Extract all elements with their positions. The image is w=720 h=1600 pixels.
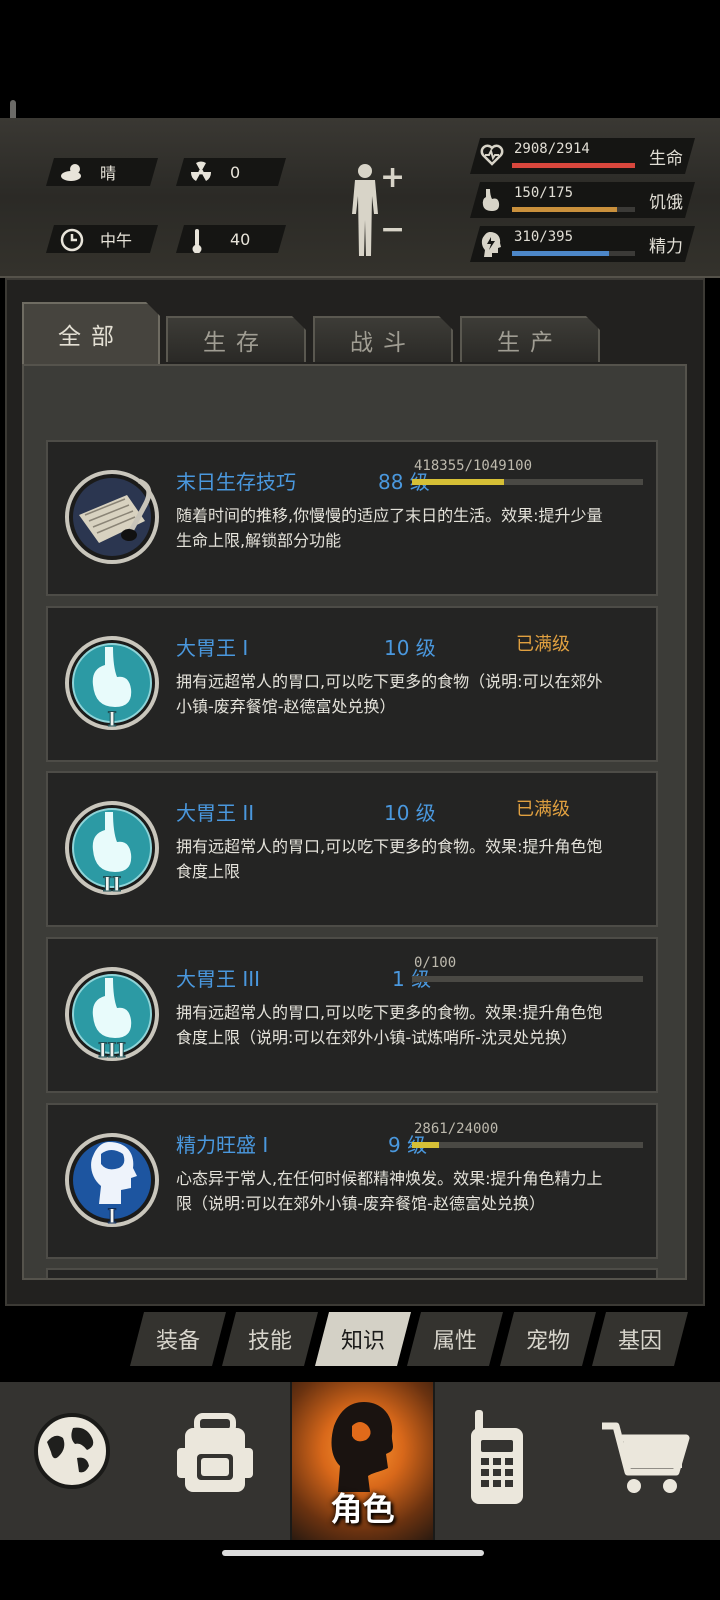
vital-label: 生命	[649, 149, 683, 169]
thermometer-icon	[190, 228, 216, 250]
tab-all[interactable]: 全部	[22, 302, 160, 364]
energy-head-icon	[480, 231, 504, 257]
vital-bar	[512, 163, 635, 168]
skill-name: 大胃王 III	[176, 967, 261, 991]
xp-value: 418355/1049100	[414, 458, 533, 474]
svg-text:II: II	[103, 872, 122, 896]
stomach-icon: II	[65, 792, 159, 904]
skill-card[interactable]: I 大胃王 I 10 级 已满级拥有远超常人的胃口,可以吃下更多的食物（说明:可以在…	[46, 606, 658, 762]
weather-chip[interactable]: 晴	[46, 158, 158, 186]
tab-survival[interactable]: 生存	[166, 316, 306, 362]
vital-value: 310/395	[514, 229, 574, 245]
character-icon	[331, 1402, 394, 1492]
svg-text:III: III	[98, 1038, 126, 1062]
subtab-skills[interactable]: 技能	[222, 1312, 318, 1366]
subtab-genes[interactable]: 基因	[592, 1312, 688, 1366]
vital-label: 饥饿	[649, 193, 683, 213]
stomach-icon: I	[65, 627, 159, 739]
vital-bar	[512, 251, 635, 256]
nav-backpack[interactable]	[145, 1382, 290, 1540]
skill-card[interactable]	[46, 1268, 658, 1278]
skill-name: 大胃王 II	[176, 801, 255, 825]
vital-health[interactable]: 2908/2914 生命	[470, 138, 695, 174]
skill-name: 末日生存技巧	[176, 470, 296, 494]
subtab-label: 属性	[432, 1329, 477, 1354]
skill-description: 随着时间的推移,你慢慢的适应了末日的生活。效果:提升少量生命上限,解锁部分功能	[176, 506, 603, 550]
svg-text:I: I	[107, 707, 116, 731]
subtab-equipment[interactable]: 装备	[130, 1312, 226, 1366]
tab-combat[interactable]: 战斗	[313, 316, 453, 362]
vital-hunger[interactable]: 150/175 饥饿	[470, 182, 695, 218]
time-value: 中午	[100, 231, 133, 250]
subtab-label: 知识	[340, 1329, 385, 1354]
xp-value: 0/100	[414, 955, 457, 971]
temperature-chip[interactable]: 40	[176, 225, 286, 253]
xp-bar	[412, 976, 643, 982]
skill-name: 精力旺盛 I	[176, 1133, 269, 1157]
xp-bar	[412, 479, 643, 485]
radiation-value: 0	[230, 162, 241, 182]
skill-description: 拥有远超常人的胃口,可以吃下更多的食物。效果:提升角色饱食度上限（说明:可以在郊…	[176, 1003, 603, 1047]
subtab-label: 基因	[617, 1329, 662, 1354]
radio-icon	[471, 1410, 523, 1504]
stomach-icon	[480, 187, 504, 213]
vital-bar	[512, 207, 635, 212]
subtab-label: 装备	[155, 1329, 200, 1354]
home-indicator[interactable]	[222, 1550, 484, 1556]
minus-icon[interactable]: −	[380, 212, 405, 247]
stomach-icon: III	[65, 958, 159, 1070]
subtab-label: 宠物	[525, 1329, 570, 1354]
scroll-quill-icon	[65, 461, 159, 573]
time-chip[interactable]: 中午	[46, 225, 158, 253]
heart-icon	[480, 143, 504, 169]
vital-value: 150/175	[514, 185, 574, 201]
skill-description: 拥有远超常人的胃口,可以吃下更多的食物。效果:提升角色饱食度上限	[176, 837, 603, 881]
nav-radio[interactable]	[435, 1382, 580, 1540]
subtab-knowledge[interactable]: 知识	[315, 1312, 411, 1366]
skill-card[interactable]: I 精力旺盛 I9 级 2861/24000 心态异于常人,在任何时候都精神焕发。效…	[46, 1103, 658, 1259]
subtab-pets[interactable]: 宠物	[500, 1312, 596, 1366]
skill-level: 10 级	[384, 636, 436, 660]
globe-icon	[34, 1413, 110, 1489]
skill-card[interactable]: II 大胃王 II 10 级 已满级拥有远超常人的胃口,可以吃下更多的食物。效果:提…	[46, 771, 658, 927]
cart-icon	[602, 1422, 690, 1493]
skill-name: 大胃王 I	[176, 636, 249, 660]
nav-character-label: 角色	[330, 1490, 395, 1528]
brain-head-icon: I	[65, 1124, 159, 1236]
cloud-sun-icon	[60, 161, 86, 183]
nav-world[interactable]	[0, 1382, 145, 1540]
skill-level: 10 级	[384, 801, 436, 825]
radiation-chip[interactable]: 0	[176, 158, 286, 186]
max-level-badge: 已满级	[516, 634, 570, 655]
backpack-icon	[177, 1413, 253, 1492]
nav-character[interactable]: 角色	[290, 1382, 435, 1540]
temperature-value: 40	[230, 229, 251, 249]
tab-production[interactable]: 生产	[460, 316, 600, 362]
max-level-badge: 已满级	[516, 799, 570, 820]
skill-description: 拥有远超常人的胃口,可以吃下更多的食物（说明:可以在郊外小镇-废弃餐馆-赵德富处…	[176, 672, 603, 716]
svg-text:I: I	[107, 1204, 116, 1228]
xp-value: 2861/24000	[414, 1121, 499, 1137]
skill-description: 心态异于常人,在任何时候都精神焕发。效果:提升角色精力上限（说明:可以在郊外小镇…	[176, 1169, 603, 1213]
nav-shop[interactable]	[580, 1382, 720, 1540]
clock-icon	[60, 228, 86, 250]
skill-list[interactable]: 末日生存技巧 88 级 418355/1049100 随着时间的推移,你慢慢的适应了末…	[22, 364, 687, 1280]
skill-card[interactable]: 末日生存技巧 88 级 418355/1049100 随着时间的推移,你慢慢的适应了末…	[46, 440, 658, 596]
weather-value: 晴	[100, 164, 117, 183]
vital-energy[interactable]: 310/395 精力	[470, 226, 695, 262]
plus-icon[interactable]: +	[380, 160, 405, 195]
radiation-icon	[190, 161, 216, 183]
body-silhouette-icon[interactable]	[345, 162, 385, 258]
skill-card[interactable]: III 大胃王 III1 级0/100拥有远超常人的胃口,可以吃下更多的食物。效…	[46, 937, 658, 1093]
vital-value: 2908/2914	[514, 141, 590, 157]
subtab-attributes[interactable]: 属性	[407, 1312, 503, 1366]
subtab-label: 技能	[247, 1329, 292, 1354]
vital-label: 精力	[649, 237, 683, 257]
xp-bar	[412, 1142, 643, 1148]
